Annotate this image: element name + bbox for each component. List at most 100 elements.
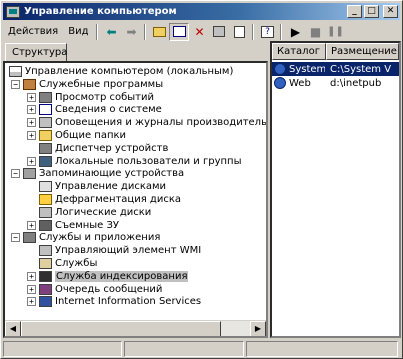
catalog-row[interactable]: System C:\System V: [272, 62, 399, 76]
wmi-icon: [39, 245, 52, 257]
tree-node-label: Служба индексирования: [55, 270, 189, 282]
tree-node[interactable]: Управление дисками: [27, 180, 166, 193]
folder-up-icon: [152, 26, 166, 37]
computer-icon: [9, 66, 22, 77]
tree-node-label: Диспетчер устройств: [55, 142, 169, 154]
expand-icon[interactable]: +: [27, 92, 36, 102]
svc-icon: [39, 258, 52, 269]
tree-node-label: Дефрагментация диска: [55, 194, 182, 205]
column-header-location[interactable]: Размещение: [326, 43, 399, 60]
collapse-icon[interactable]: −: [11, 169, 20, 179]
delete-icon: ✕: [194, 24, 205, 39]
tree-node-label: Служебные программы: [39, 78, 164, 90]
window-title: Управление компьютером: [24, 6, 177, 17]
minimize-button[interactable]: _: [347, 5, 362, 18]
tree-node-label: Управление компьютером (локальным): [25, 66, 234, 77]
tree-node[interactable]: Логические диски: [27, 206, 151, 219]
catalog-location: C:\System V: [330, 63, 392, 75]
devices-icon: [39, 142, 52, 154]
delete-button[interactable]: ✕: [189, 23, 209, 41]
arrow-right-icon: ➡: [126, 24, 137, 39]
tree-node[interactable]: − Запоминающие устройства: [11, 167, 184, 180]
play-icon: ▶: [290, 24, 301, 39]
scroll-left-button[interactable]: ◀: [5, 321, 21, 336]
expand-icon[interactable]: +: [27, 297, 36, 307]
title-bar[interactable]: Управление компьютером _ □ ✕: [3, 3, 400, 20]
tab-structure[interactable]: Структура: [5, 43, 67, 62]
tree-node[interactable]: Диспетчер устройств: [27, 142, 168, 155]
expand-icon[interactable]: +: [27, 220, 36, 230]
tree-node[interactable]: + Съемные ЗУ: [27, 219, 119, 232]
column-header-catalog[interactable]: Каталог: [272, 43, 326, 60]
export-list-button[interactable]: [229, 23, 249, 41]
expand-icon[interactable]: +: [27, 118, 36, 128]
scroll-thumb[interactable]: [21, 321, 221, 336]
expand-icon[interactable]: +: [27, 156, 36, 166]
tree-node-label: Сведения о системе: [55, 104, 162, 116]
tree-node[interactable]: − Служебные программы: [11, 78, 163, 91]
services-icon: [23, 232, 36, 244]
tools-icon: [23, 78, 36, 90]
show-hide-tree-button[interactable]: [169, 22, 190, 41]
expand-icon[interactable]: +: [27, 271, 36, 281]
tree-node[interactable]: + Просмотр событий: [27, 91, 154, 104]
tree-node-label: Службы: [55, 258, 98, 269]
disk-icon: [39, 181, 52, 193]
catalog-name: Web: [289, 77, 311, 89]
stop-service-button[interactable]: ■: [305, 23, 325, 41]
events-icon: [39, 91, 52, 103]
up-level-button[interactable]: [149, 23, 169, 41]
tree-node-label: Internet Information Services: [55, 296, 202, 308]
catalog-icon: [274, 77, 286, 89]
forward-button[interactable]: ➡: [121, 23, 141, 41]
tree-node-label: Управление дисками: [55, 181, 167, 193]
tree-node[interactable]: + Оповещения и журналы производительности: [27, 116, 267, 129]
help-button[interactable]: ?: [257, 23, 277, 41]
toolbar-separator: [96, 23, 99, 40]
start-service-button[interactable]: ▶: [285, 23, 305, 41]
status-cell: [245, 341, 398, 357]
details-pane[interactable]: Каталог Размещение System C:\System V Web d…: [270, 41, 401, 338]
scroll-right-button[interactable]: ▶: [250, 321, 266, 336]
console-tree-icon: [172, 26, 186, 37]
tree-node[interactable]: Службы: [27, 257, 97, 270]
tree-node[interactable]: + Локальные пользователи и группы: [27, 155, 241, 168]
status-cell: [3, 341, 123, 357]
catalog-name: System: [289, 63, 325, 75]
tree-node-label: Управляющий элемент WMI: [55, 245, 202, 257]
toolbar-separator: [280, 23, 283, 40]
back-button[interactable]: ⬅: [101, 23, 121, 41]
tree-node-label: Службы и приложения: [39, 232, 161, 244]
close-button[interactable]: ✕: [383, 5, 398, 18]
menu-view[interactable]: Вид: [63, 26, 93, 37]
tree-node-label: Просмотр событий: [55, 91, 154, 103]
tree-node-label: Оповещения и журналы производительности: [55, 117, 267, 129]
collapse-icon[interactable]: −: [11, 233, 20, 243]
tree-node[interactable]: Управление компьютером (локальным): [9, 65, 233, 78]
removable-icon: [39, 219, 52, 231]
tree-node[interactable]: Управляющий элемент WMI: [27, 244, 201, 257]
tree-node[interactable]: + Сведения о системе: [27, 103, 162, 116]
pause-service-button[interactable]: ❚❚: [325, 23, 345, 41]
tree-node-label: Логические диски: [55, 206, 152, 218]
export-list-icon: [233, 25, 245, 38]
tree-node[interactable]: + Очередь сообщений: [27, 283, 162, 296]
expand-icon[interactable]: +: [27, 131, 36, 140]
tree-node[interactable]: Дефрагментация диска: [27, 193, 181, 206]
collapse-icon[interactable]: −: [11, 79, 20, 89]
queue-icon: [39, 283, 52, 295]
console-tree-pane[interactable]: Управление компьютером (локальным) − Служе…: [3, 61, 268, 338]
tree-node[interactable]: + Общие папки: [27, 129, 126, 142]
expand-icon[interactable]: +: [27, 284, 36, 294]
properties-button[interactable]: [209, 23, 229, 41]
tree-node[interactable]: + Служба индексирования: [27, 270, 189, 283]
maximize-button[interactable]: □: [364, 5, 379, 18]
horizontal-scrollbar[interactable]: ◀ ▶: [5, 320, 266, 336]
tree-node[interactable]: + Internet Information Services: [27, 295, 201, 308]
tree-node[interactable]: − Службы и приложения: [11, 231, 160, 244]
expand-icon[interactable]: +: [27, 105, 36, 115]
catalog-row[interactable]: Web d:\inetpub: [272, 76, 399, 90]
stop-icon: ■: [309, 24, 322, 39]
menu-action[interactable]: Действия: [3, 26, 63, 37]
iis-icon: [39, 296, 52, 308]
